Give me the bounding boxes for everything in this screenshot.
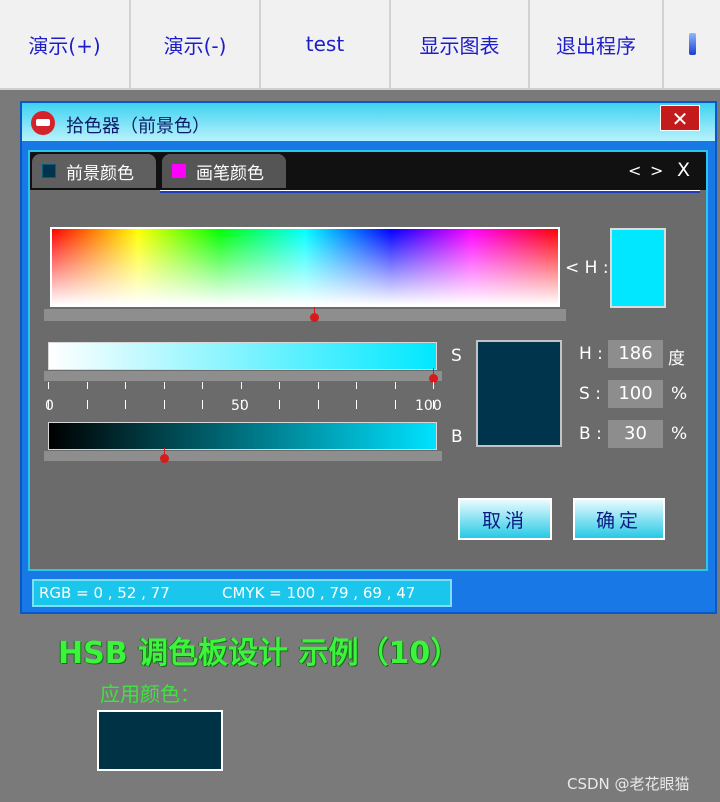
saturation-bar[interactable] bbox=[48, 342, 437, 370]
ruler-tick bbox=[163, 382, 165, 389]
hue-unit: 度 bbox=[668, 349, 685, 369]
tab-bar: 前景颜色 画笔颜色 < > X bbox=[30, 152, 706, 190]
saturation-value-field[interactable]: 100 bbox=[608, 380, 663, 408]
battery-icon bbox=[688, 33, 696, 55]
scale-ruler: 0 50 100 bbox=[45, 382, 442, 414]
watermark: CSDN @老花眼猫 bbox=[567, 775, 690, 793]
exit-button[interactable]: 退出程序 bbox=[530, 0, 664, 88]
saturation-slider-track[interactable] bbox=[44, 371, 442, 381]
page-heading: HSB 调色板设计 示例（10） bbox=[58, 636, 461, 671]
saturation-unit: % bbox=[671, 384, 688, 404]
ruler-tick bbox=[279, 382, 280, 389]
dialog-titlebar[interactable]: 拾色器（前景色） ✕ bbox=[22, 103, 715, 141]
brightness-field-label: B : bbox=[579, 424, 602, 444]
cmyk-readout: CMYK = 100 , 79 , 69 , 47 bbox=[222, 584, 416, 602]
prev-tab-icon[interactable]: < bbox=[628, 161, 641, 180]
ruler-tick bbox=[317, 400, 319, 409]
status-bar: RGB = 0 , 52 , 77 CMYK = 100 , 79 , 69 ,… bbox=[32, 579, 452, 607]
foreground-swatch-icon bbox=[42, 164, 56, 178]
hue-value-field[interactable]: 186 bbox=[608, 340, 663, 368]
saturation-label: S bbox=[451, 346, 462, 366]
ruler-tick bbox=[48, 400, 49, 409]
tab-brush-label: 画笔颜色 bbox=[196, 163, 264, 184]
close-button[interactable]: ✕ bbox=[660, 105, 700, 131]
brush-swatch-icon bbox=[172, 164, 186, 178]
ruler-tick bbox=[163, 400, 165, 409]
ruler-tick bbox=[125, 382, 126, 389]
tick-label-min: 0 bbox=[45, 398, 54, 414]
hue-field-label: H : bbox=[579, 344, 603, 364]
rgb-readout: RGB = 0 , 52 , 77 bbox=[39, 584, 170, 602]
hue-label: < H : bbox=[565, 258, 609, 278]
ok-button[interactable]: 确定 bbox=[573, 498, 665, 540]
hue-spectrum[interactable] bbox=[50, 227, 560, 307]
top-toolbar: 演示(+) 演示(-) test 显示图表 退出程序 bbox=[0, 0, 720, 90]
ruler-tick bbox=[86, 400, 88, 409]
show-chart-button[interactable]: 显示图表 bbox=[391, 0, 530, 88]
color-picker-dialog: 拾色器（前景色） ✕ 前景颜色 画笔颜色 < > X < H : S 0 100… bbox=[20, 101, 717, 614]
close-tab-icon[interactable]: X bbox=[677, 159, 690, 181]
tab-underline bbox=[160, 190, 700, 193]
demo-plus-button[interactable]: 演示(+) bbox=[0, 0, 131, 88]
ruler-tick bbox=[433, 400, 434, 409]
app-icon bbox=[31, 111, 55, 135]
ruler-tick bbox=[202, 400, 203, 409]
ruler-tick bbox=[394, 382, 396, 389]
ruler-tick bbox=[240, 382, 242, 389]
tab-foreground-label: 前景颜色 bbox=[66, 163, 134, 184]
ruler-tick bbox=[48, 382, 49, 389]
brightness-value-field[interactable]: 30 bbox=[608, 420, 663, 448]
more-button[interactable] bbox=[664, 0, 720, 88]
ruler-tick bbox=[86, 382, 88, 389]
ruler-tick bbox=[317, 382, 319, 389]
ruler-tick bbox=[240, 400, 242, 409]
ruler-tick bbox=[356, 382, 357, 389]
next-tab-icon[interactable]: > bbox=[650, 161, 663, 180]
test-button[interactable]: test bbox=[261, 0, 391, 88]
brightness-slider-handle[interactable] bbox=[159, 448, 169, 463]
applied-color-swatch bbox=[97, 710, 223, 771]
dialog-client: 前景颜色 画笔颜色 < > X < H : S 0 50 100 bbox=[28, 150, 708, 571]
tick-label-max: 100 bbox=[415, 398, 442, 414]
dialog-title: 拾色器（前景色） bbox=[66, 116, 210, 137]
brightness-unit: % bbox=[671, 424, 688, 444]
ruler-tick bbox=[202, 382, 203, 389]
ruler-tick bbox=[433, 382, 434, 389]
brightness-label: B bbox=[451, 427, 463, 447]
result-color-swatch bbox=[476, 340, 562, 447]
ruler-tick bbox=[279, 400, 280, 409]
ruler-tick bbox=[125, 400, 126, 409]
tab-foreground[interactable]: 前景颜色 bbox=[32, 154, 156, 188]
brightness-slider-track[interactable] bbox=[44, 451, 442, 461]
brightness-bar[interactable] bbox=[48, 422, 437, 450]
hue-preview-swatch bbox=[610, 228, 666, 308]
cancel-button[interactable]: 取消 bbox=[458, 498, 552, 540]
ruler-tick bbox=[356, 400, 357, 409]
saturation-field-label: S : bbox=[579, 384, 601, 404]
hue-slider-track[interactable] bbox=[44, 309, 566, 321]
ruler-tick bbox=[394, 400, 396, 409]
demo-minus-button[interactable]: 演示(-) bbox=[131, 0, 261, 88]
hue-slider-handle[interactable] bbox=[309, 307, 319, 322]
tab-brush[interactable]: 画笔颜色 bbox=[162, 154, 286, 188]
apply-color-label: 应用颜色： bbox=[100, 682, 200, 706]
